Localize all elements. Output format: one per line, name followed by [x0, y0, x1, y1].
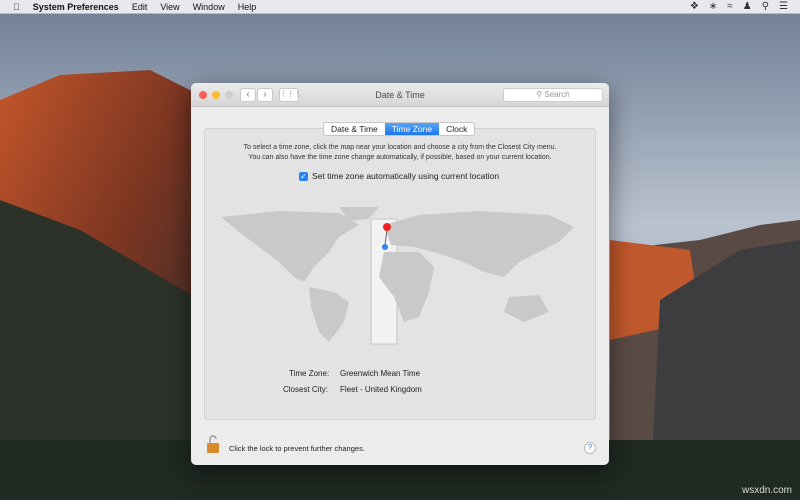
auto-timezone-label: Set time zone automatically using curren…	[312, 171, 500, 181]
instructions-line-2: You can also have the time zone change a…	[248, 154, 552, 161]
lock-icon[interactable]	[207, 435, 219, 453]
location-dot	[382, 244, 388, 250]
bluetooth-icon[interactable]: ∗	[709, 1, 717, 12]
time-zone-value: Greenwich Mean Time	[340, 369, 421, 378]
auto-timezone-checkbox[interactable]: ✓ Set time zone automatically using curre…	[299, 171, 499, 181]
continents	[221, 207, 574, 342]
search-input[interactable]: ⚲ Search	[503, 88, 603, 102]
menu-view[interactable]: View	[160, 2, 179, 12]
user-icon[interactable]: ♟	[743, 1, 752, 12]
tab-bar: Date & Time Time Zone Clock	[323, 122, 476, 136]
menu-app-name[interactable]: System Preferences	[33, 2, 119, 12]
time-zone-label: Time Zone:	[289, 369, 330, 378]
instructions-line-1: To select a time zone, click the map nea…	[243, 144, 557, 151]
spotlight-search-icon[interactable]: ⚲	[762, 1, 769, 12]
apple-menu-icon[interactable]: 	[13, 2, 20, 12]
checkmark-icon: ✓	[299, 171, 308, 181]
notification-center-icon[interactable]: ☰	[779, 1, 788, 12]
search-placeholder: Search	[544, 90, 570, 99]
lock-text: Click the lock to prevent further change…	[229, 444, 365, 453]
date-time-window: ‹ › ⋮⋮⋮ Date & Time ⚲ Search Date & Time…	[191, 83, 609, 465]
tab-time-zone[interactable]: Time Zone	[384, 123, 440, 135]
dropbox-icon[interactable]: ❖	[690, 1, 699, 12]
menu-edit[interactable]: Edit	[132, 2, 148, 12]
closest-city-value[interactable]: Fleet - United Kingdom	[340, 385, 422, 394]
world-time-zone-map[interactable]	[219, 207, 581, 347]
menu-help[interactable]: Help	[238, 2, 257, 12]
menu-bar:  System Preferences Edit View Window He…	[0, 0, 800, 14]
watermark: wsxdn.com	[741, 485, 792, 496]
tab-date-time[interactable]: Date & Time	[324, 123, 385, 135]
wifi-icon[interactable]: ≈	[727, 1, 733, 12]
title-bar: ‹ › ⋮⋮⋮ Date & Time ⚲ Search	[191, 83, 609, 107]
closest-city-label: Closest City:	[283, 385, 328, 394]
tab-clock[interactable]: Clock	[439, 123, 474, 135]
instructions: To select a time zone, click the map nea…	[191, 143, 609, 163]
menu-window[interactable]: Window	[193, 2, 225, 12]
help-button[interactable]: ?	[584, 442, 596, 454]
